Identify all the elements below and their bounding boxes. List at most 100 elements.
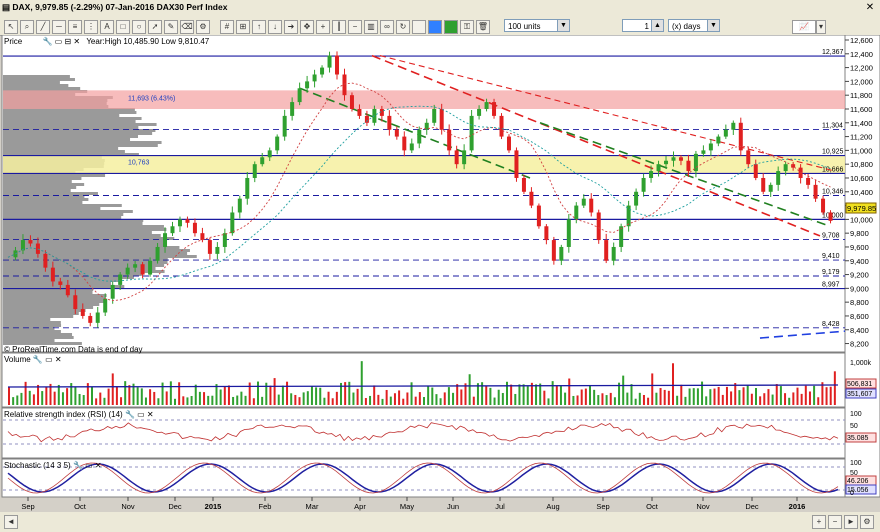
arrow-tool-icon[interactable]: ➚ <box>148 20 162 34</box>
pan-icon[interactable]: ✥ <box>300 20 314 34</box>
candle-body <box>678 157 683 161</box>
candle-body <box>813 184 818 199</box>
minimize-icon[interactable]: ▭ ⊟ ✕ <box>55 37 80 46</box>
volume-bar <box>738 390 741 405</box>
volume-bar <box>385 389 388 405</box>
close-icon[interactable]: ✕ <box>864 2 876 14</box>
level-label: 10,346 <box>822 189 844 196</box>
period-input[interactable]: 1 ▲ <box>622 19 664 32</box>
ellipse-tool-icon[interactable]: ○ <box>132 20 146 34</box>
y-tick-label: 9,600 <box>850 243 869 252</box>
zoom-icon[interactable]: ⌕ <box>20 20 34 34</box>
volume-profile-bar <box>3 249 190 252</box>
volume-bar <box>779 386 782 405</box>
trash-icon[interactable]: 🗑 <box>476 20 490 34</box>
candle-body <box>357 108 362 116</box>
volume-bar <box>277 394 280 405</box>
grid-icon[interactable]: # <box>220 20 234 34</box>
volume-tag-1: 506,831 <box>847 381 872 388</box>
link-icon[interactable]: ∞ <box>380 20 394 34</box>
candle-body <box>492 102 497 116</box>
volume-bar <box>626 392 629 405</box>
volume-bar <box>53 391 56 405</box>
chevron-down-icon[interactable]: ▾ <box>816 20 826 34</box>
volume-bar <box>273 378 276 405</box>
color1-icon[interactable] <box>412 20 426 34</box>
measure-icon[interactable]: ⊞ <box>236 20 250 34</box>
wrench-icon[interactable]: 🔧 ▭ ✕ <box>125 410 154 419</box>
zoom-out-icon[interactable]: − <box>348 20 362 34</box>
candle-body <box>275 136 280 151</box>
eraser-tool-icon[interactable]: ⌫ <box>180 20 194 34</box>
volume-bar <box>460 389 463 405</box>
volume-profile-bar <box>3 78 75 81</box>
wrench-icon[interactable]: 🔧 ▭ ✕ <box>33 355 62 364</box>
refresh-icon[interactable]: ↻ <box>396 20 410 34</box>
volume-bar <box>535 384 538 405</box>
period-unit-select[interactable]: (x) days ▼ <box>668 19 720 32</box>
lock-icon[interactable]: ⚿ <box>460 20 474 34</box>
scroll-right-icon[interactable]: ► <box>844 515 858 529</box>
wrench-icon[interactable]: 🔧 <box>42 37 52 46</box>
volume-profile-bar <box>3 336 74 339</box>
volume-bar <box>672 363 674 405</box>
volume-bar <box>539 383 542 405</box>
settings-icon[interactable]: ⚙ <box>196 20 210 34</box>
fib-tool-icon[interactable]: ⋮ <box>84 20 98 34</box>
volume-bar <box>128 385 131 405</box>
down-arrow-icon[interactable]: ↓ <box>268 20 282 34</box>
up-arrow-icon[interactable]: ↑ <box>252 20 266 34</box>
volume-profile-bar <box>3 81 60 84</box>
zoom-out-icon[interactable]: − <box>828 515 842 529</box>
rect-tool-icon[interactable]: □ <box>116 20 130 34</box>
volume-bar <box>319 387 322 405</box>
y-tick-label: 8,600 <box>850 312 869 321</box>
scroll-left-icon[interactable]: ◄ <box>4 515 18 529</box>
volume-bar <box>692 388 695 405</box>
chart-area[interactable]: 12,367 11,693 (6.43%) 11,304 10,925 10,763 10… <box>0 35 880 512</box>
candle-body <box>469 115 474 151</box>
pencil-tool-icon[interactable]: ✎ <box>164 20 178 34</box>
candle-body <box>574 205 579 220</box>
volume-bar <box>543 390 546 405</box>
color2-icon[interactable] <box>428 20 442 34</box>
volume-bar <box>257 381 259 405</box>
candle-body <box>731 122 736 130</box>
units-select[interactable]: 100 units ▼ <box>504 19 570 32</box>
volume-bar <box>593 389 596 405</box>
settings-icon[interactable]: ⚙ <box>860 515 874 529</box>
candle-body <box>514 150 519 178</box>
volume-bar <box>576 395 579 405</box>
text-tool-icon[interactable]: A <box>100 20 114 34</box>
zoom-in-icon[interactable]: + <box>812 515 826 529</box>
bar-type-icon[interactable]: ┃ <box>332 20 346 34</box>
forward-icon[interactable]: ➜ <box>284 20 298 34</box>
volume-bar <box>642 394 645 405</box>
volume-bar <box>688 388 691 405</box>
candle-body <box>103 298 108 313</box>
line-tool-icon[interactable]: ╱ <box>36 20 50 34</box>
volume-bar <box>174 398 176 405</box>
candle-body <box>230 212 235 234</box>
candle-body <box>566 219 571 247</box>
candle-body <box>65 284 70 296</box>
volume-bar <box>414 396 417 405</box>
volume-profile-bar <box>3 135 139 138</box>
crosshair-icon[interactable]: + <box>316 20 330 34</box>
volume-bar <box>140 388 143 405</box>
volume-profile-bar <box>3 114 120 117</box>
volume-bar <box>647 397 650 405</box>
volume-bar <box>178 382 181 405</box>
color3-icon[interactable] <box>444 20 458 34</box>
bars-icon[interactable]: ▥ <box>364 20 378 34</box>
chart-type-icon[interactable]: 📈 <box>792 20 816 34</box>
volume-bar <box>597 395 600 405</box>
channel-tool-icon[interactable]: ≡ <box>68 20 82 34</box>
level-label: 11,693 (6.43%) <box>128 96 175 103</box>
volume-profile-bar <box>3 243 164 246</box>
candle-body <box>177 219 182 227</box>
cursor-icon[interactable]: ↖ <box>4 20 18 34</box>
hline-tool-icon[interactable]: ─ <box>52 20 66 34</box>
window-title: ▤ DAX, 9,979.85 (-2.29%) 07-Jan-2016 DAX… <box>2 2 228 12</box>
wrench-icon[interactable]: 🔧 ▭ ✕ <box>73 461 102 470</box>
